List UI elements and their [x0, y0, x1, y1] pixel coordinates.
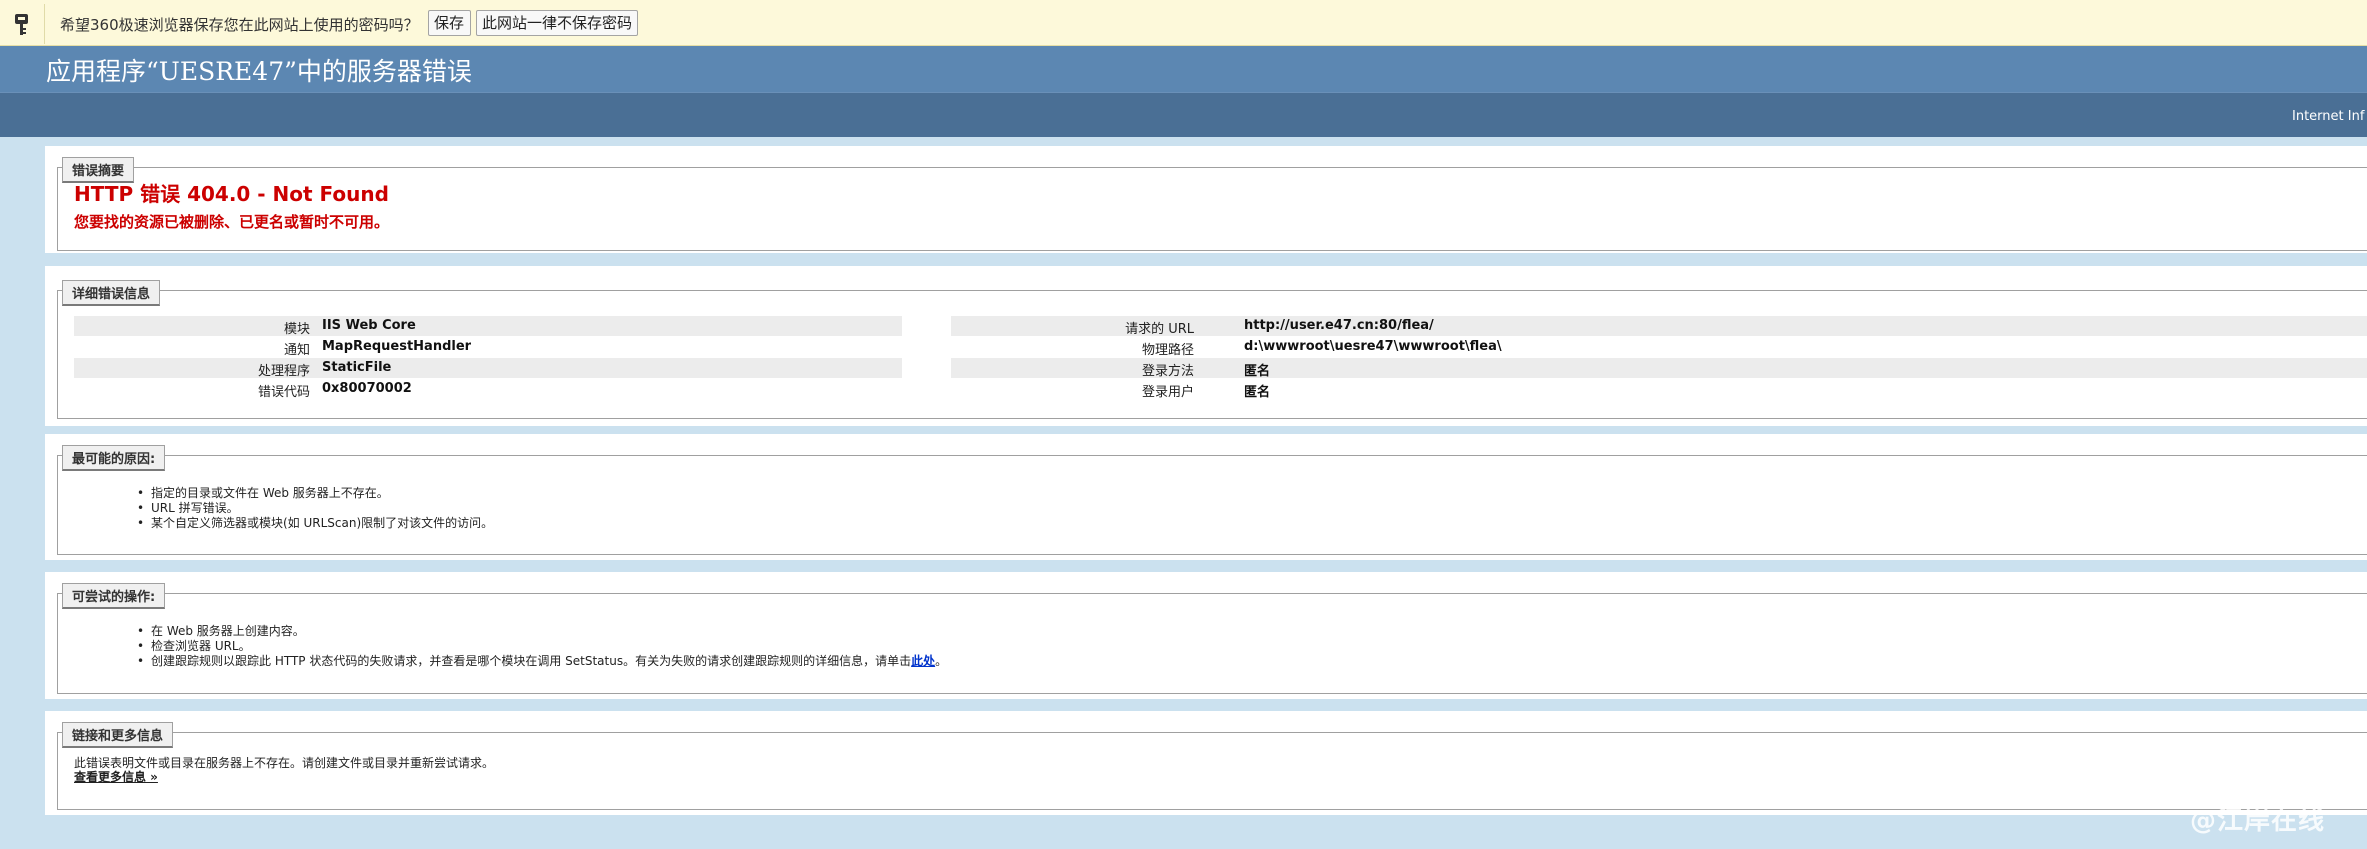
- list-item: 指定的目录或文件在 Web 服务器上不存在。: [137, 486, 493, 501]
- causes-panel: 最可能的原因: 指定的目录或文件在 Web 服务器上不存在。 URL 拼写错误。…: [45, 434, 2367, 560]
- detail-key: 错误代码: [257, 385, 310, 400]
- key-icon: [0, 4, 45, 44]
- password-save-message: 希望360极速浏览器保存您在此网站上使用的密码吗？: [60, 16, 419, 34]
- detail-value: 0x80070002: [322, 381, 412, 396]
- detail-row-handler: 处理程序 StaticFile: [74, 358, 902, 379]
- detail-key: 通知: [283, 343, 310, 358]
- view-more-info-link[interactable]: 查看更多信息 »: [74, 768, 158, 785]
- detail-key: 模块: [283, 322, 310, 337]
- detail-row-notification: 通知 MapRequestHandler: [74, 337, 902, 358]
- detail-value: StaticFile: [322, 360, 392, 375]
- list-item: 创建跟踪规则以跟踪此 HTTP 状态代码的失败请求，并查看是哪个模块在调用 Se…: [137, 654, 947, 669]
- panel-legend: 最可能的原因:: [62, 445, 166, 471]
- watermark: @江岸在线: [2190, 806, 2326, 836]
- list-item-text: 创建跟踪规则以跟踪此 HTTP 状态代码的失败请求，并查看是哪个模块在调用 Se…: [151, 654, 912, 668]
- detail-panel: 详细错误信息 模块 IIS Web Core 通知 MapRequestHand…: [45, 266, 2367, 426]
- detail-row-requested-url: 请求的 URL http://user.e47.cn:80/flea/: [951, 316, 2367, 337]
- product-name: Internet Inf: [2292, 109, 2365, 124]
- detail-row-logon-user: 登录用户 匿名: [951, 379, 2367, 400]
- detail-value: http://user.e47.cn:80/flea/: [1244, 318, 1434, 333]
- causes-list: 指定的目录或文件在 Web 服务器上不存在。 URL 拼写错误。 某个自定义筛选…: [137, 486, 493, 531]
- panel-legend: 链接和更多信息: [62, 722, 174, 748]
- panel-frame: [57, 732, 2367, 810]
- actions-list: 在 Web 服务器上创建内容。 检查浏览器 URL。 创建跟踪规则以跟踪此 HT…: [137, 624, 947, 669]
- panel-legend: 详细错误信息: [62, 280, 161, 306]
- detail-row-module: 模块 IIS Web Core: [74, 316, 902, 337]
- save-password-button[interactable]: 保存: [428, 10, 471, 36]
- detail-key: 登录用户: [1141, 385, 1194, 400]
- detail-key: 处理程序: [257, 364, 310, 379]
- click-here-link[interactable]: 此处: [911, 654, 935, 668]
- header-subbar: Internet Inf: [0, 92, 2367, 137]
- list-item: URL 拼写错误。: [137, 501, 493, 516]
- error-title: HTTP 错误 404.0 - Not Found: [74, 182, 389, 206]
- detail-value: d:\wwwroot\uesre47\wwwroot\flea\: [1244, 339, 1502, 354]
- page-header: 应用程序“UESRE47”中的服务器错误: [0, 46, 2367, 92]
- detail-value: IIS Web Core: [322, 318, 416, 333]
- error-description: 您要找的资源已被删除、已更名或暂时不可用。: [74, 213, 390, 231]
- page-title: 应用程序“UESRE47”中的服务器错误: [46, 57, 472, 86]
- list-item: 某个自定义筛选器或模块(如 URLScan)限制了对该文件的访问。: [137, 516, 493, 531]
- panel-frame: [57, 167, 2367, 251]
- links-panel: 链接和更多信息 此错误表明文件或目录在服务器上不存在。请创建文件或目录并重新尝试…: [45, 711, 2367, 815]
- list-item: 检查浏览器 URL。: [137, 639, 947, 654]
- list-item-suffix: 。: [935, 654, 948, 668]
- detail-row-error-code: 错误代码 0x80070002: [74, 379, 902, 400]
- never-save-password-button[interactable]: 此网站一律不保存密码: [476, 10, 638, 36]
- detail-value: MapRequestHandler: [322, 339, 472, 354]
- detail-value: 匿名: [1244, 364, 1271, 379]
- panel-legend: 可尝试的操作:: [62, 583, 166, 609]
- detail-key: 请求的 URL: [1125, 322, 1194, 337]
- detail-row-physical-path: 物理路径 d:\wwwroot\uesre47\wwwroot\flea\: [951, 337, 2367, 358]
- detail-value: 匿名: [1244, 385, 1271, 400]
- detail-key: 登录方法: [1141, 364, 1194, 379]
- list-item: 在 Web 服务器上创建内容。: [137, 624, 947, 639]
- detail-row-logon-method: 登录方法 匿名: [951, 358, 2367, 379]
- password-save-bar: 希望360极速浏览器保存您在此网站上使用的密码吗？ 保存 此网站一律不保存密码: [0, 0, 2367, 46]
- detail-key: 物理路径: [1141, 343, 1194, 358]
- error-summary-panel: 错误摘要 HTTP 错误 404.0 - Not Found 您要找的资源已被删…: [45, 146, 2367, 253]
- actions-panel: 可尝试的操作: 在 Web 服务器上创建内容。 检查浏览器 URL。 创建跟踪规…: [45, 572, 2367, 699]
